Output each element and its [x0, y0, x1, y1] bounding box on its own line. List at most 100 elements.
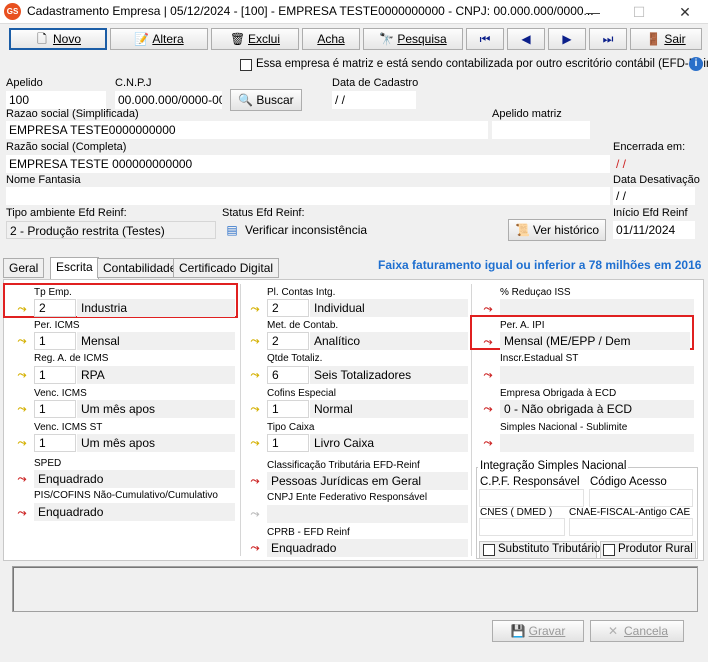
cancela-button[interactable]: ✕ Cancela — [590, 620, 684, 642]
substituto-tributario-label: Substituto Tributário — [498, 543, 601, 555]
lookup-arrow-icon[interactable]: ⤳ — [480, 302, 496, 316]
lookup-arrow-icon[interactable]: ⤳ — [247, 402, 263, 416]
empresa-obrigada-ecd-label: Empresa Obrigada à ECD — [500, 388, 617, 399]
verificar-inconsistencia-button[interactable]: ▤ Verificar inconsistência — [222, 219, 504, 241]
qtde-totaliz-code-field[interactable]: 6 — [267, 366, 309, 384]
lookup-arrow-icon[interactable]: ⤳ — [14, 368, 30, 382]
razao-simplificada-field[interactable]: EMPRESA TESTE0000000000 — [6, 121, 488, 139]
razao-completa-field[interactable]: EMPRESA TESTE 000000000000 — [6, 155, 610, 173]
lookup-arrow-icon[interactable]: ⤳ — [247, 302, 263, 316]
data-desativacao-field[interactable]: / / — [613, 187, 695, 205]
tp-emp-code-field[interactable]: 2 — [34, 299, 76, 317]
last-record-button[interactable]: ⏭ — [589, 28, 627, 50]
cpf-responsavel-field[interactable] — [479, 489, 584, 507]
codigo-acesso-field[interactable] — [589, 489, 693, 507]
tp-emp-label: Tp Emp. — [34, 287, 72, 298]
lookup-arrow-icon[interactable]: ⤳ — [14, 302, 30, 316]
simples-nacional-title: Integração Simples Nacional — [478, 460, 629, 472]
codigo-acesso-label: Código Acesso — [590, 476, 667, 488]
sped-desc: Enquadrado — [34, 470, 235, 488]
cnes-label: CNES ( DMED ) — [480, 507, 553, 518]
data-cadastro-label: Data de Cadastro — [332, 77, 419, 89]
inicio-efd-reinf-label: Início Efd Reinf — [613, 207, 688, 219]
lookup-arrow-icon[interactable]: ⤳ — [14, 436, 30, 450]
venc-icms-st-code-field[interactable]: 1 — [34, 434, 76, 452]
cancel-icon: ✕ — [607, 624, 619, 638]
maximize-icon[interactable]: ☐ — [616, 0, 662, 24]
last-record-icon: ⏭ — [602, 31, 614, 46]
cofins-especial-desc: Normal — [310, 400, 468, 418]
pesquisa-button[interactable]: 🔭 Pesquisa — [363, 28, 463, 50]
tab-contabilidade[interactable]: Contabilidade — [97, 258, 183, 278]
previous-record-button[interactable]: ◀ — [507, 28, 545, 50]
classificacao-tributaria-label: Classificação Tributária EFD-Reinf — [267, 460, 420, 471]
info-icon[interactable]: i — [689, 57, 703, 71]
simples-sublimite-desc — [500, 434, 694, 452]
apelido-field[interactable]: 100 — [6, 91, 106, 109]
minimize-icon[interactable]: — — [570, 0, 616, 24]
encerrada-label: Encerrada em: — [613, 141, 686, 153]
substituto-tributario-checkbox[interactable] — [483, 544, 495, 556]
tab-escrita[interactable]: Escrita — [50, 257, 99, 279]
encerrada-field[interactable]: / / — [613, 155, 695, 173]
exclui-button[interactable]: 🗑 Exclui — [211, 28, 299, 50]
lookup-arrow-icon[interactable]: ⤳ — [14, 334, 30, 348]
cnpj-field[interactable]: 00.000.000/0000-00 — [115, 91, 222, 109]
lookup-arrow-icon[interactable]: ⤳ — [247, 541, 263, 555]
cnes-field[interactable] — [479, 518, 565, 536]
razao-completa-label: Razão social (Completa) — [6, 141, 127, 153]
lookup-arrow-icon[interactable]: ⤳ — [247, 334, 263, 348]
lookup-arrow-icon[interactable]: ⤳ — [480, 368, 496, 382]
lookup-arrow-icon[interactable]: ⤳ — [14, 472, 30, 486]
lookup-arrow-icon[interactable]: ⤳ — [480, 402, 496, 416]
per-ipi-label: Per. A. IPI — [500, 320, 545, 331]
data-cadastro-field[interactable]: / / — [332, 91, 416, 109]
lookup-arrow-icon[interactable]: ⤳ — [480, 335, 496, 349]
gravar-button[interactable]: 💾 Gravar — [492, 620, 584, 642]
pl-contas-code-field[interactable]: 2 — [267, 299, 309, 317]
per-icms-code-field[interactable]: 1 — [34, 332, 76, 350]
tab-certificado-digital[interactable]: Certificado Digital — [173, 258, 280, 278]
close-icon[interactable]: ✕ — [662, 0, 708, 24]
venc-icms-label: Venc. ICMS — [34, 388, 87, 399]
lookup-arrow-icon[interactable]: ⤳ — [14, 402, 30, 416]
tipo-ambiente-select[interactable]: 2 - Produção restrita (Testes) — [6, 221, 216, 239]
faixa-faturamento-notice: Faixa faturamento igual ou inferior a 78… — [378, 258, 702, 272]
reg-icms-code-field[interactable]: 1 — [34, 366, 76, 384]
history-icon: 📜 — [514, 223, 530, 237]
tab-geral[interactable]: Geral — [3, 258, 45, 278]
tipo-caixa-code-field[interactable]: 1 — [267, 434, 309, 452]
inicio-efd-reinf-field[interactable]: 01/11/2024 — [613, 221, 695, 239]
lookup-arrow-icon[interactable]: ⤳ — [247, 368, 263, 382]
nome-fantasia-field[interactable] — [6, 187, 610, 205]
inscr-estadual-st-desc — [500, 366, 694, 384]
lookup-arrow-icon[interactable]: ⤳ — [247, 474, 263, 488]
ver-historico-button[interactable]: 📜 Ver histórico — [508, 219, 606, 241]
acha-button[interactable]: Acha — [302, 28, 360, 50]
met-contab-code-field[interactable]: 2 — [267, 332, 309, 350]
cnae-fiscal-field[interactable] — [569, 518, 693, 536]
trash-icon: 🗑 — [229, 32, 246, 46]
apelido-matriz-field[interactable] — [492, 121, 590, 139]
lookup-arrow-icon[interactable]: ⤳ — [247, 436, 263, 450]
cprb-desc: Enquadrado — [267, 539, 468, 557]
cnpj-ente-desc — [267, 505, 468, 523]
lookup-arrow-icon[interactable]: ⤳ — [14, 506, 30, 520]
buscar-button[interactable]: 🔍 Buscar — [230, 89, 302, 111]
matriz-checkbox[interactable] — [240, 59, 252, 71]
lookup-arrow-icon[interactable]: ⤳ — [247, 507, 263, 521]
sair-button[interactable]: 🚪 Sair — [630, 28, 702, 50]
produtor-rural-checkbox[interactable] — [603, 544, 615, 556]
sped-label: SPED — [34, 458, 62, 469]
first-record-button[interactable]: ⏮ — [466, 28, 504, 50]
cpf-responsavel-label: C.P.F. Responsável — [480, 476, 580, 488]
venc-icms-st-desc: Um mês apos — [77, 434, 235, 452]
novo-button[interactable]: 🗋 Novo — [9, 28, 107, 50]
venc-icms-code-field[interactable]: 1 — [34, 400, 76, 418]
message-area — [12, 566, 698, 612]
next-record-button[interactable]: ▶ — [548, 28, 586, 50]
altera-button[interactable]: 📝 Altera — [110, 28, 208, 50]
lookup-arrow-icon[interactable]: ⤳ — [480, 436, 496, 450]
tipo-ambiente-label: Tipo ambiente Efd Reinf: — [6, 207, 127, 219]
cofins-especial-code-field[interactable]: 1 — [267, 400, 309, 418]
